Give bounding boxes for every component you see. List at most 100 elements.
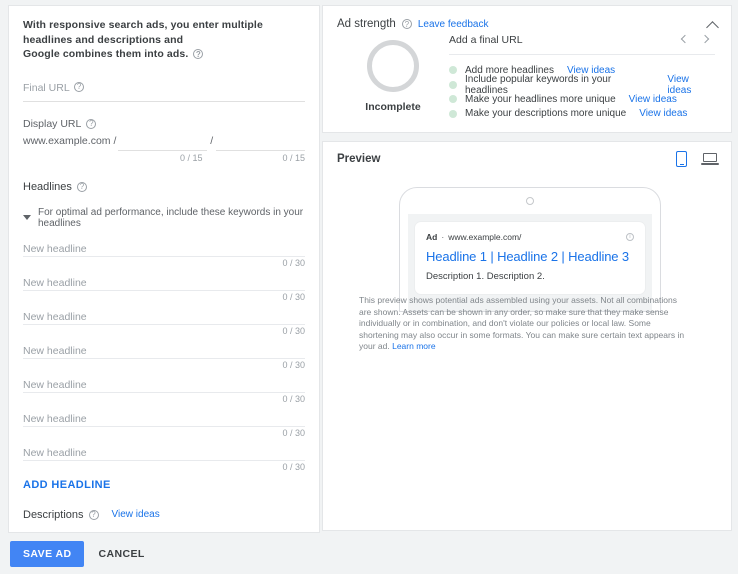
headline-row: New headline 0 / 30: [23, 405, 305, 439]
final-url-field[interactable]: Final URL: [23, 78, 305, 102]
ad-preview-description: Description 1. Description 2.: [426, 271, 634, 282]
display-url-label-row: Display URL: [23, 118, 305, 130]
intro-line-1: With responsive search ads, you enter mu…: [23, 18, 305, 47]
ad-strength-header: Ad strength Leave feedback: [337, 18, 717, 30]
preview-disclaimer: This preview shows potential ads assembl…: [359, 295, 685, 353]
keyword-hint-text: For optimal ad performance, include thes…: [38, 207, 305, 229]
preview-card: Preview Ad · www.example.com/: [322, 141, 732, 531]
headline-placeholder-5: New headline: [23, 379, 87, 391]
headline-input-4[interactable]: New headline: [23, 337, 305, 359]
action-bar: SAVE AD CANCEL: [0, 533, 738, 574]
descriptions-help-icon[interactable]: [89, 510, 99, 520]
headlines-label: Headlines: [23, 181, 72, 193]
phone-speaker-icon: [526, 197, 534, 205]
display-path-counters: 0 / 15 0 / 15: [23, 153, 305, 163]
suggestion-item: Make your headlines more unique View ide…: [449, 92, 715, 107]
headlines-section-header: Headlines: [23, 181, 305, 193]
ad-strength-title: Ad strength: [337, 18, 396, 30]
ad-info-icon[interactable]: [626, 233, 634, 241]
headline-row: New headline 0 / 30: [23, 303, 305, 337]
headline-counter-2: 0 / 30: [23, 291, 305, 303]
headline-placeholder-1: New headline: [23, 243, 87, 255]
suggestion-link-2[interactable]: View ideas: [667, 74, 715, 96]
headline-input-2[interactable]: New headline: [23, 269, 305, 291]
save-ad-button[interactable]: SAVE AD: [10, 541, 84, 567]
suggestion-item: Make your descriptions more unique View …: [449, 107, 715, 122]
suggestion-list: Add more headlines View ideas Include po…: [449, 55, 715, 121]
display-path-2-input[interactable]: [216, 134, 305, 151]
headline-placeholder-7: New headline: [23, 447, 87, 459]
descriptions-label: Descriptions: [23, 509, 84, 521]
headline-input-7[interactable]: New headline: [23, 439, 305, 461]
intro-line-2: Google combines them into ads.: [23, 47, 188, 62]
headline-input-3[interactable]: New headline: [23, 303, 305, 325]
help-icon[interactable]: [193, 49, 203, 59]
headline-row: New headline 0 / 30: [23, 439, 305, 473]
description-list: New description 0 / 90 New description 0…: [23, 525, 305, 534]
final-url-row: Final URL: [23, 78, 305, 102]
display-path-separator: /: [207, 135, 216, 151]
headlines-help-icon[interactable]: [77, 182, 87, 192]
headline-placeholder-3: New headline: [23, 311, 87, 323]
desktop-preview-icon[interactable]: [701, 152, 719, 166]
ad-strength-card: Ad strength Leave feedback Incomplete Ad…: [322, 5, 732, 133]
chevron-up-icon: [706, 21, 719, 34]
suggestion-link-3[interactable]: View ideas: [629, 94, 677, 105]
headline-input-1[interactable]: New headline: [23, 235, 305, 257]
final-url-placeholder: Final URL: [23, 82, 70, 94]
chevron-left-icon[interactable]: [679, 35, 689, 45]
chevron-right-icon[interactable]: [701, 35, 711, 45]
ad-strength-gauge: Incomplete: [337, 34, 449, 121]
display-path-1-input[interactable]: [118, 134, 207, 151]
learn-more-link[interactable]: Learn more: [392, 341, 435, 351]
suggestion-text-2: Include popular keywords in your headlin…: [465, 74, 654, 96]
headline-input-6[interactable]: New headline: [23, 405, 305, 427]
ad-badge: Ad: [426, 232, 437, 242]
headline-counter-1: 0 / 30: [23, 257, 305, 269]
phone-mockup: Ad · www.example.com/ Headline 1 | Headl…: [399, 187, 661, 312]
description-input-1[interactable]: New description: [23, 525, 305, 534]
headline-input-5[interactable]: New headline: [23, 371, 305, 393]
status-dot-icon: [449, 95, 457, 103]
description-row: New description 0 / 90: [23, 525, 305, 534]
headline-counter-7: 0 / 30: [23, 461, 305, 473]
headline-counter-6: 0 / 30: [23, 427, 305, 439]
ad-separator: ·: [441, 232, 444, 242]
display-url-help-icon[interactable]: [86, 119, 96, 129]
headline-counter-5: 0 / 30: [23, 393, 305, 405]
responsive-search-ad-editor: With responsive search ads, you enter mu…: [0, 0, 738, 574]
suggestions-header: Add a final URL: [449, 34, 715, 55]
suggestion-primary-action: Add a final URL: [449, 34, 523, 46]
headline-placeholder-2: New headline: [23, 277, 87, 289]
final-url-help-icon[interactable]: [74, 82, 84, 92]
collapse-panel-button[interactable]: [705, 18, 721, 34]
descriptions-view-ideas-link[interactable]: View ideas: [112, 509, 160, 520]
ad-preview-url: www.example.com/: [448, 232, 521, 242]
preview-title: Preview: [337, 153, 717, 165]
keyword-hint-toggle[interactable]: For optimal ad performance, include thes…: [23, 207, 305, 229]
ad-form-panel: With responsive search ads, you enter mu…: [8, 5, 320, 533]
suggestion-link-4[interactable]: View ideas: [639, 108, 687, 119]
headline-row: New headline 0 / 30: [23, 235, 305, 269]
intro-description: With responsive search ads, you enter mu…: [23, 18, 305, 62]
headline-row: New headline 0 / 30: [23, 337, 305, 371]
ad-preview: Ad · www.example.com/ Headline 1 | Headl…: [415, 222, 645, 294]
device-preview-tabs: [676, 151, 719, 167]
mobile-preview-icon[interactable]: [676, 151, 687, 167]
headline-counter-4: 0 / 30: [23, 359, 305, 371]
display-url-domain: www.example.com /: [23, 135, 118, 151]
leave-feedback-link[interactable]: Leave feedback: [418, 19, 489, 30]
add-headline-button[interactable]: ADD HEADLINE: [23, 479, 305, 491]
ad-strength-help-icon[interactable]: [402, 19, 412, 29]
suggestion-nav: [679, 35, 715, 45]
suggestion-text-4: Make your descriptions more unique: [465, 108, 626, 119]
headline-row: New headline 0 / 30: [23, 269, 305, 303]
status-dot-icon: [449, 81, 457, 89]
display-url-row: www.example.com / /: [23, 134, 305, 151]
cancel-button[interactable]: CANCEL: [98, 548, 144, 560]
gauge-ring-icon: [367, 40, 419, 92]
chevron-down-icon: [23, 215, 31, 220]
display-url-label: Display URL: [23, 118, 81, 130]
suggestions-column: Add a final URL Add more headlines View …: [449, 34, 717, 121]
suggestion-item: Include popular keywords in your headlin…: [449, 78, 715, 93]
